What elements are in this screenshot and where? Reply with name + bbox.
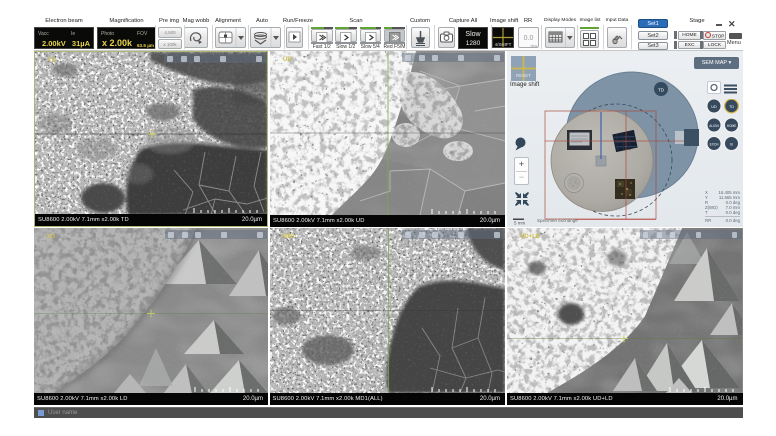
svg-text:5 mm: 5 mm bbox=[514, 221, 526, 226]
svg-text:TD: TD bbox=[658, 88, 665, 93]
svg-text:EXCH: EXCH bbox=[710, 142, 720, 146]
svg-text:Specimen exchange: Specimen exchange bbox=[537, 218, 578, 223]
svg-text:TD: TD bbox=[729, 105, 734, 109]
svg-text:ALIGN: ALIGN bbox=[709, 124, 719, 128]
svg-text:HOME: HOME bbox=[727, 124, 737, 128]
svg-text:B: B bbox=[730, 142, 733, 146]
svg-text:UD: UD bbox=[711, 105, 717, 109]
